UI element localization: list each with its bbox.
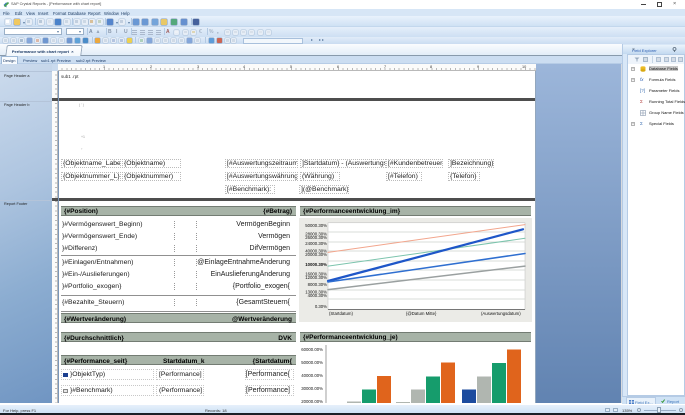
- svg-text:26000.30%: 26000.30%: [305, 235, 327, 240]
- svg-text:0.30%: 0.30%: [315, 304, 327, 309]
- svg-text:{@Datum Mitte}: {@Datum Mitte}: [406, 311, 437, 316]
- svg-text:50000.00%: 50000.00%: [301, 360, 323, 365]
- svg-text:40000.00%: 40000.00%: [301, 373, 323, 378]
- svg-text:10000.30%: 10000.30%: [305, 262, 327, 267]
- svg-text:20000.30%: 20000.30%: [305, 252, 327, 257]
- svg-text:(Auswertungsdatum): (Auswertungsdatum): [481, 311, 521, 316]
- svg-text:20000.00%: 20000.00%: [301, 399, 323, 403]
- svg-text:50000.30%: 50000.30%: [305, 223, 327, 228]
- svg-text:8000.30%: 8000.30%: [308, 282, 328, 287]
- svg-text:4000.30%: 4000.30%: [308, 293, 328, 298]
- svg-text:12000.30%: 12000.30%: [305, 275, 327, 280]
- svg-text:30000.00%: 30000.00%: [301, 386, 323, 391]
- svg-text:(Startdatum): (Startdatum): [329, 311, 353, 316]
- svg-text:60000.00%: 60000.00%: [301, 347, 323, 352]
- svg-text:24000.30%: 24000.30%: [305, 241, 327, 246]
